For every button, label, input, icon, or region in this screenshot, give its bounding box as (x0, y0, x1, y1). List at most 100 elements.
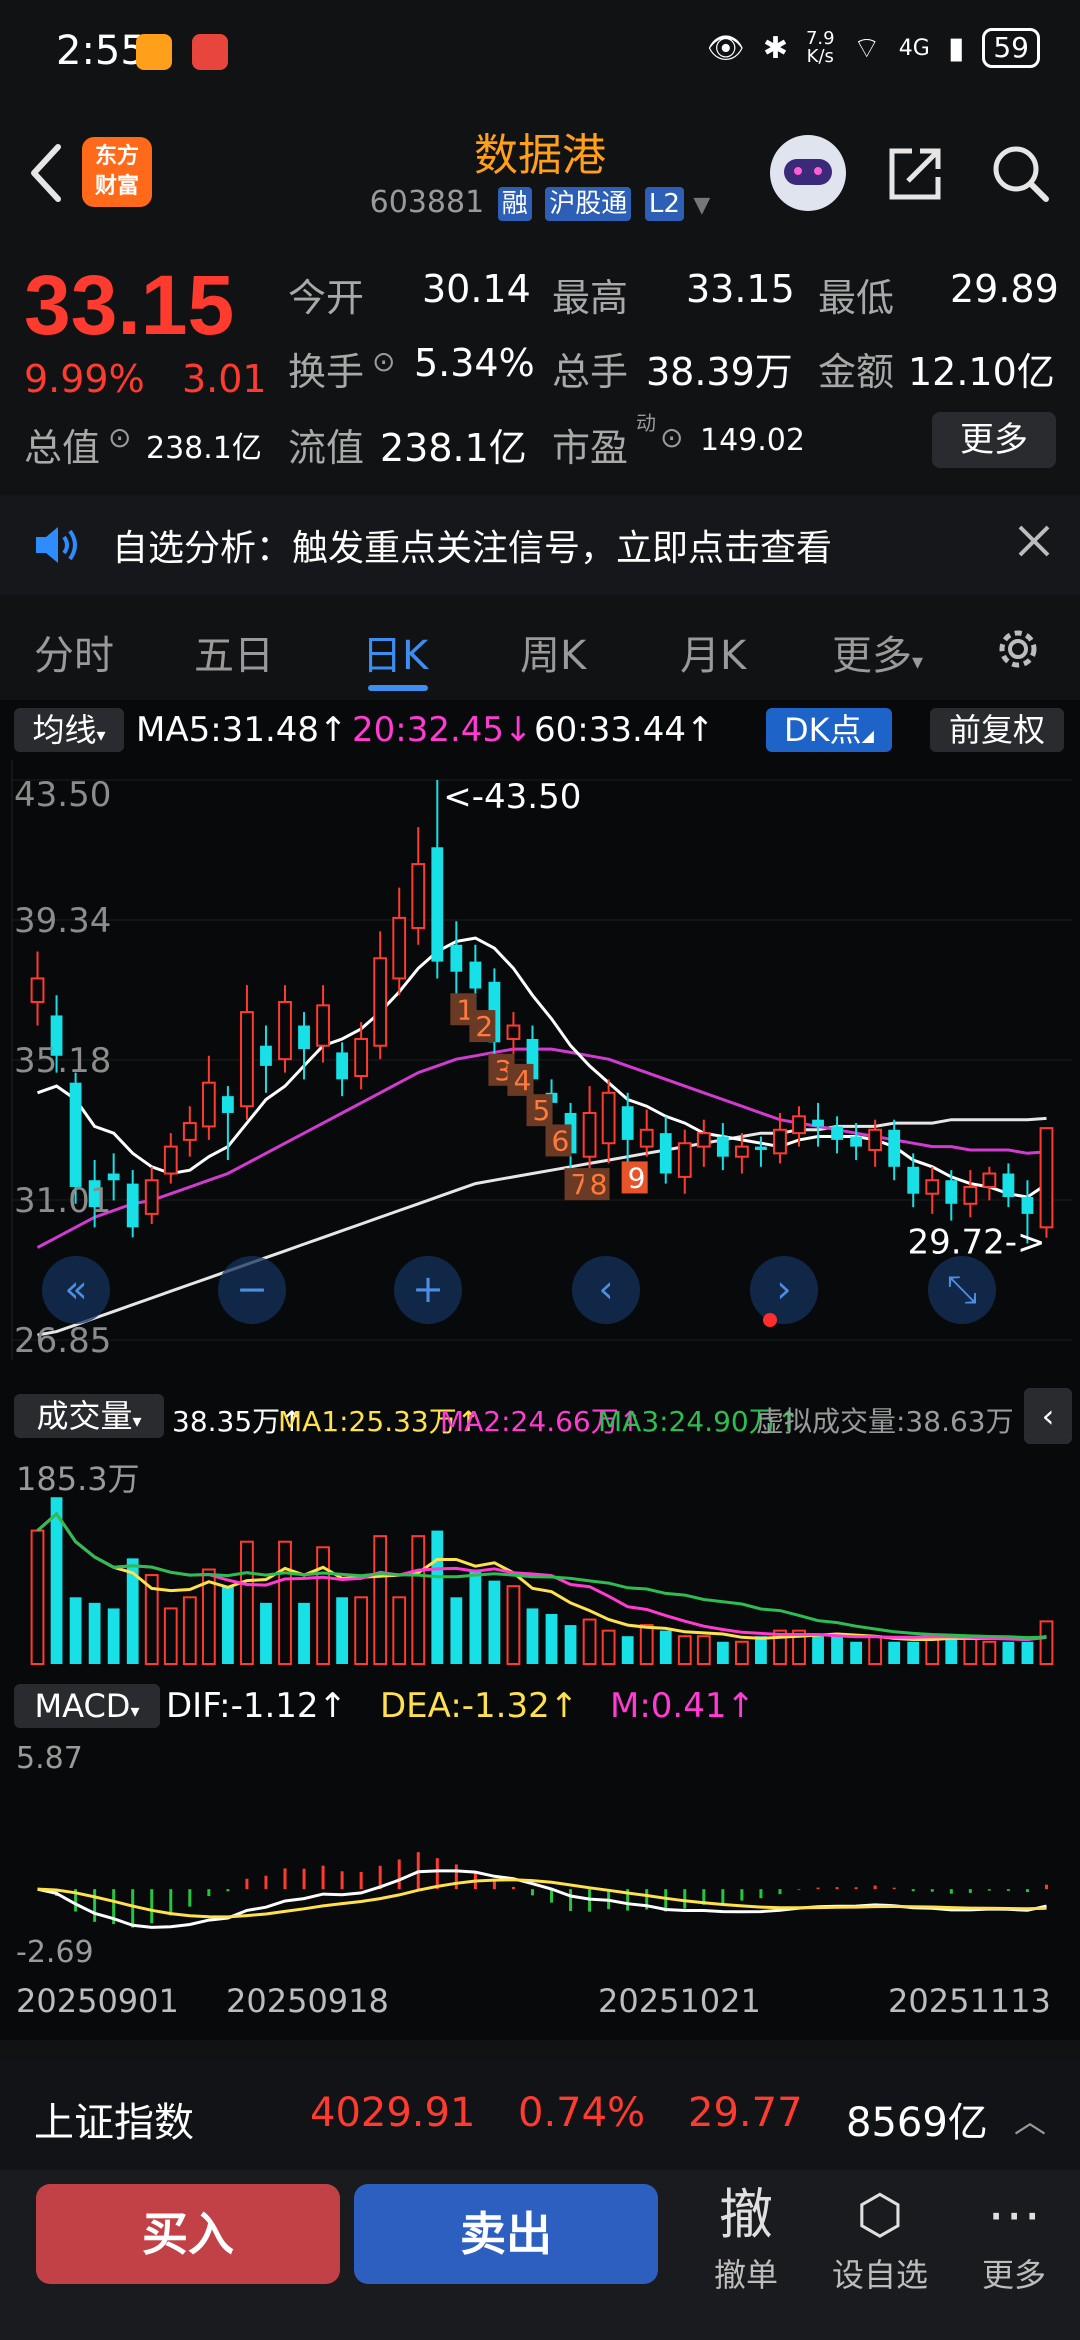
candle-body (201, 1081, 216, 1128)
tab-more[interactable]: 更多▾ (832, 623, 923, 681)
chart-control-icon: « (64, 1267, 87, 1311)
chevron-down-icon[interactable]: ▼ (693, 193, 710, 218)
volume-value: 38.39万 (646, 350, 793, 394)
volume-bar (411, 1535, 426, 1665)
chart-area[interactable]: 均线▾ MA5:31.48↑ 20:32.45↓ 60:33.44↑ DK点◢ … (0, 700, 1080, 2040)
sell-button[interactable]: 卖出 (354, 2184, 658, 2284)
low-value: 29.89 (950, 267, 1059, 311)
volume-chart[interactable]: 185.3万 (0, 1448, 1080, 1670)
candle-body (868, 1128, 883, 1151)
candle-body (316, 1004, 330, 1047)
eye-icon: 👁 (706, 30, 745, 66)
collapse-panel-icon[interactable]: ‹ (1024, 1388, 1072, 1444)
assistant-robot-icon[interactable] (770, 135, 846, 211)
more-actions-button[interactable]: ⋯ 更多 (954, 2180, 1074, 2296)
candle-body (126, 1183, 139, 1228)
volume-bar (278, 1540, 292, 1665)
quote-panel: 33.15 9.99% 3.01 今开 30.14 最高 33.15 最低 29… (0, 245, 1080, 485)
macd-chart[interactable]: 5.87 -2.69 (0, 1738, 1080, 1970)
notice-banner[interactable]: 自选分析：触发重点关注信号，立即点击查看 (0, 495, 1080, 595)
last-price: 33.15 (24, 258, 235, 352)
clock: 2:55 (56, 28, 146, 74)
candle-body (431, 847, 444, 962)
candle-body (298, 1025, 310, 1050)
volume-bar (564, 1625, 577, 1664)
candle-body (639, 1128, 654, 1148)
high-value: 33.15 (686, 267, 795, 311)
kline-chart[interactable]: 43.5039.3435.1831.0126.85<-43.5029.72-> … (0, 760, 1080, 1380)
info-icon[interactable]: ⊙ (372, 345, 395, 378)
tab-five-day[interactable]: 五日 (194, 623, 274, 681)
battery-level: 59 (982, 28, 1040, 68)
volume-bar (354, 1596, 369, 1665)
tab-monthly[interactable]: 月K (680, 623, 746, 681)
dk-point-button[interactable]: DK点◢ (766, 708, 892, 752)
candle-body (907, 1166, 920, 1194)
candle-body (506, 1024, 521, 1040)
store-notification-icon (192, 34, 228, 70)
macd-dif: DIF:-1.12↑ (166, 1686, 348, 1726)
margin-tag: 融 (497, 187, 532, 221)
volume-bar (734, 1640, 749, 1665)
volume-bar (69, 1597, 82, 1664)
ma-selector[interactable]: 均线▾ (14, 708, 124, 752)
volume-bar (107, 1608, 120, 1664)
notice-text[interactable]: 自选分析：触发重点关注信号，立即点击查看 (112, 519, 832, 571)
high-label: 最高 (552, 276, 629, 320)
chart-control-icon: ⤡ (947, 1267, 977, 1311)
candle-body (221, 1096, 234, 1113)
share-icon[interactable] (884, 141, 948, 205)
index-change: 29.77 (688, 2090, 803, 2136)
volume-bar (831, 1636, 843, 1664)
buy-button[interactable]: 买入 (36, 2184, 340, 2284)
volume-bar (221, 1586, 234, 1664)
candle-body (945, 1180, 958, 1204)
add-watchlist-button[interactable]: ⬡ 设自选 (820, 2180, 940, 2296)
volume-bar (450, 1597, 463, 1664)
tab-weekly[interactable]: 周K (520, 623, 586, 681)
info-icon[interactable]: ⊙ (660, 421, 683, 454)
adjust-button[interactable]: 前复权 (930, 708, 1064, 752)
volume-bar (316, 1546, 330, 1665)
candle-body (850, 1136, 863, 1147)
candle-body (773, 1128, 787, 1155)
gear-icon[interactable] (990, 621, 1046, 677)
macd-selector[interactable]: MACD▾ (14, 1684, 160, 1728)
candle-body (1021, 1197, 1034, 1214)
signal-label: 8 (590, 1168, 608, 1201)
chart-control-icon: − (236, 1267, 268, 1311)
macd-m: M:0.41↑ (610, 1686, 755, 1726)
net-speed: 7.9 K/s (805, 28, 835, 67)
info-icon[interactable]: ⊙ (108, 421, 131, 454)
search-icon[interactable] (988, 141, 1052, 205)
open-value: 30.14 (422, 267, 531, 311)
volume-bar (621, 1636, 634, 1664)
change-amount: 3.01 (182, 357, 267, 401)
volume-bar (163, 1607, 178, 1665)
tab-daily[interactable]: 日K (362, 623, 428, 681)
date-label: 20251113 (888, 1982, 1051, 2020)
stock-code: 603881 (369, 185, 485, 220)
more-quote-button[interactable]: 更多 (932, 412, 1056, 468)
cancel-order-button[interactable]: 撤 撤单 (686, 2180, 806, 2296)
open-label: 今开 (288, 276, 365, 320)
close-icon[interactable] (1012, 519, 1056, 563)
volume-selector[interactable]: 成交量▾ (14, 1394, 164, 1438)
float-label: 流值 (288, 426, 365, 470)
volume-bar (182, 1596, 197, 1665)
candle-body (659, 1133, 672, 1174)
volume-label: 总手 (552, 350, 629, 394)
volume-bar (1002, 1641, 1015, 1664)
float-value: 238.1亿 (380, 426, 527, 470)
candle-body (1002, 1173, 1015, 1198)
candle-body (278, 1000, 292, 1061)
virtual-volume: 虚拟成交量:38.63万 (756, 1405, 1014, 1438)
candle-body (621, 1106, 634, 1140)
candle-body (582, 1111, 597, 1158)
volume-bar (812, 1636, 824, 1664)
chevron-up-icon[interactable]: ︿ (1014, 2096, 1046, 2142)
signal-icon: ▮ (947, 30, 965, 66)
chart-control-icon: ‹ (598, 1267, 613, 1311)
index-ticker-bar[interactable]: 上证指数 4029.91 0.74% 29.77 8569亿 ︿ (0, 2060, 1080, 2170)
tab-intraday[interactable]: 分时 (34, 623, 114, 681)
